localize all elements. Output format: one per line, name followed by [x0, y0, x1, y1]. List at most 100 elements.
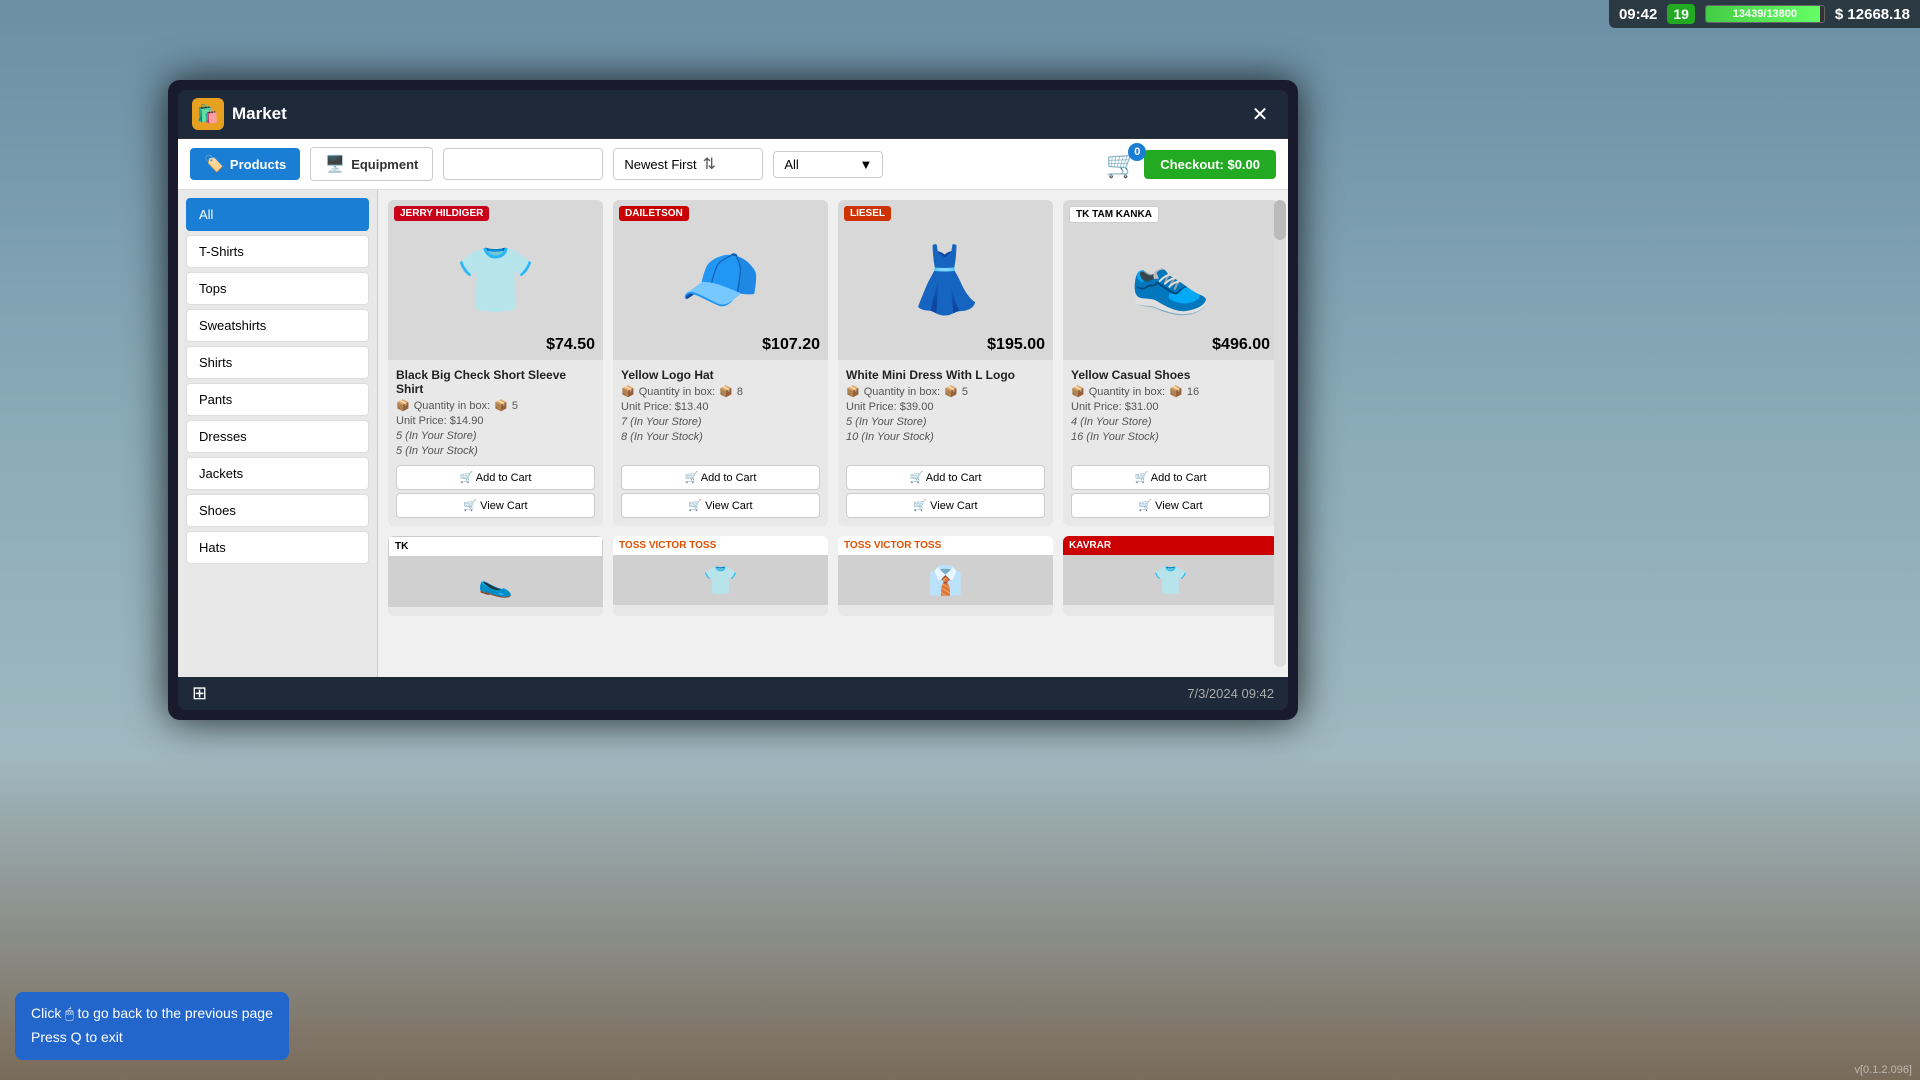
scrollbar-thumb[interactable] [1274, 200, 1286, 240]
sidebar: All T-Shirts Tops Sweatshirts Shirts Pants Dre… [178, 190, 378, 677]
filter-label: All [784, 157, 798, 172]
product-qty: 📦Quantity in box: 📦5 [396, 399, 595, 412]
search-input[interactable] [454, 157, 630, 172]
product-buttons: 🛒 Add to Cart 🛒 View Cart [388, 465, 603, 526]
product-card: JERRY HILDIGER 👕 $74.50 Black Big Check … [388, 200, 603, 526]
sort-label: Newest First [624, 157, 696, 172]
brand-badge: DAILETSON [619, 206, 689, 221]
product-qty: 📦Quantity in box: 📦16 [1071, 385, 1270, 398]
filter-chevron-icon: ▼ [859, 157, 872, 172]
bottom-bar: ⊞ 7/3/2024 09:42 [178, 677, 1288, 710]
product-price: $195.00 [987, 336, 1045, 354]
box-icon: 📦 [396, 399, 410, 412]
qty-icon: 📦 [719, 385, 733, 398]
partial-image: 👕 [1063, 555, 1278, 605]
add-to-cart-button[interactable]: 🛒 Add to Cart [846, 465, 1045, 490]
main-layout: All T-Shirts Tops Sweatshirts Shirts Pants Dre… [178, 190, 1288, 677]
search-box[interactable]: 🔍 [443, 148, 603, 180]
view-cart-button[interactable]: 🛒 View Cart [396, 493, 595, 518]
products-tab[interactable]: 🏷️ Products [190, 148, 300, 180]
sidebar-item-dresses[interactable]: Dresses [186, 420, 369, 453]
product-image-area: JERRY HILDIGER 👕 $74.50 [388, 200, 603, 360]
product-stock-info: 10 (In Your Stock) [846, 431, 1045, 443]
product-image-area: LIESEL 👗 $195.00 [838, 200, 1053, 360]
version-text: v[0.1.2.096] [1855, 1064, 1913, 1076]
instruction-line2: Press Q to exit [31, 1026, 273, 1050]
product-card: TK TAM KANKA 👟 $496.00 Yellow Casual Sho… [1063, 200, 1278, 526]
product-qty: 📦Quantity in box: 📦5 [846, 385, 1045, 398]
scrollbar-track[interactable] [1274, 200, 1286, 667]
close-button[interactable]: ✕ [1246, 100, 1274, 128]
box-icon: 📦 [1071, 385, 1085, 398]
box-icon: 📦 [621, 385, 635, 398]
sidebar-item-tops[interactable]: Tops [186, 272, 369, 305]
product-name: Yellow Logo Hat [621, 368, 820, 382]
products-grid-row2: TK 🥿 TOSS VICTOR TOSS 👕 TOSS VICTOR TOSS… [388, 536, 1278, 616]
sidebar-item-pants[interactable]: Pants [186, 383, 369, 416]
hud-xp-bar: 13439/13800 [1705, 5, 1825, 23]
content-area: 🏷️ Products 🖥️ Equipment 🔍 Newest First … [178, 139, 1288, 677]
view-cart-button[interactable]: 🛒 View Cart [1071, 493, 1270, 518]
product-card-partial: KAVRAR 👕 [1063, 536, 1278, 616]
bottom-datetime: 7/3/2024 09:42 [1187, 686, 1274, 701]
product-buttons: 🛒 Add to Cart 🛒 View Cart [613, 465, 828, 526]
qty-icon: 📦 [1169, 385, 1183, 398]
product-stock-info: 16 (In Your Stock) [1071, 431, 1270, 443]
products-area: JERRY HILDIGER 👕 $74.50 Black Big Check … [378, 190, 1288, 677]
window-title: Market [232, 104, 287, 124]
hud-bar: 09:42 19 13439/13800 $ 12668.18 [1609, 0, 1920, 28]
product-store-info: 7 (In Your Store) [621, 416, 820, 428]
grid-icon: ⊞ [192, 683, 207, 704]
cart-badge: 0 [1128, 143, 1146, 161]
sidebar-item-sweatshirts[interactable]: Sweatshirts [186, 309, 369, 342]
sidebar-item-hats[interactable]: Hats [186, 531, 369, 564]
cart-icon-area: 🛒 0 [1106, 149, 1138, 180]
product-image-area: TK TAM KANKA 👟 $496.00 [1063, 200, 1278, 360]
product-stock-info: 5 (In Your Stock) [396, 445, 595, 457]
product-card-partial: TOSS VICTOR TOSS 👕 [613, 536, 828, 616]
sidebar-item-tshirts[interactable]: T-Shirts [186, 235, 369, 268]
product-image-area: DAILETSON 🧢 $107.20 [613, 200, 828, 360]
sidebar-item-shoes[interactable]: Shoes [186, 494, 369, 527]
hud-time: 09:42 [1619, 6, 1657, 23]
brand-badge: TK TAM KANKA [1069, 206, 1159, 223]
product-info: Yellow Logo Hat 📦Quantity in box: 📦8 Uni… [613, 360, 828, 465]
sidebar-item-shirts[interactable]: Shirts [186, 346, 369, 379]
view-cart-button[interactable]: 🛒 View Cart [621, 493, 820, 518]
checkout-button[interactable]: Checkout: $0.00 [1144, 150, 1276, 179]
hud-money: $ 12668.18 [1835, 6, 1910, 23]
product-card-partial: TOSS VICTOR TOSS 👔 [838, 536, 1053, 616]
equipment-tab-icon: 🖥️ [325, 154, 345, 174]
product-unit-price: Unit Price: $31.00 [1071, 401, 1270, 413]
brand-badge: LIESEL [844, 206, 891, 221]
add-to-cart-button[interactable]: 🛒 Add to Cart [621, 465, 820, 490]
box-icon: 📦 [846, 385, 860, 398]
partial-image: 👔 [838, 555, 1053, 605]
filter-dropdown[interactable]: All ▼ [773, 151, 883, 178]
equipment-tab[interactable]: 🖥️ Equipment [310, 147, 433, 181]
product-buttons: 🛒 Add to Cart 🛒 View Cart [838, 465, 1053, 526]
brand-badge: JERRY HILDIGER [394, 206, 489, 221]
sidebar-item-jackets[interactable]: Jackets [186, 457, 369, 490]
product-card: DAILETSON 🧢 $107.20 Yellow Logo Hat 📦Qua… [613, 200, 828, 526]
add-to-cart-button[interactable]: 🛒 Add to Cart [1071, 465, 1270, 490]
view-cart-button[interactable]: 🛒 View Cart [846, 493, 1045, 518]
product-info: White Mini Dress With L Logo 📦Quantity i… [838, 360, 1053, 465]
product-info: Yellow Casual Shoes 📦Quantity in box: 📦1… [1063, 360, 1278, 465]
partial-brand: TOSS VICTOR TOSS [613, 536, 828, 555]
sidebar-item-all[interactable]: All [186, 198, 369, 231]
sort-dropdown[interactable]: Newest First ⇅ [613, 148, 763, 180]
toolbar: 🏷️ Products 🖥️ Equipment 🔍 Newest First … [178, 139, 1288, 190]
title-bar: 🛍️ Market ✕ [178, 90, 1288, 139]
product-stock-info: 8 (In Your Stock) [621, 431, 820, 443]
product-unit-price: Unit Price: $39.00 [846, 401, 1045, 413]
add-to-cart-button[interactable]: 🛒 Add to Cart [396, 465, 595, 490]
qty-icon: 📦 [494, 399, 508, 412]
product-unit-price: Unit Price: $13.40 [621, 401, 820, 413]
product-card-partial: TK 🥿 [388, 536, 603, 616]
market-icon: 🛍️ [192, 98, 224, 130]
product-price: $107.20 [762, 336, 820, 354]
partial-image: 👕 [613, 555, 828, 605]
product-store-info: 4 (In Your Store) [1071, 416, 1270, 428]
equipment-tab-label: Equipment [351, 157, 418, 172]
